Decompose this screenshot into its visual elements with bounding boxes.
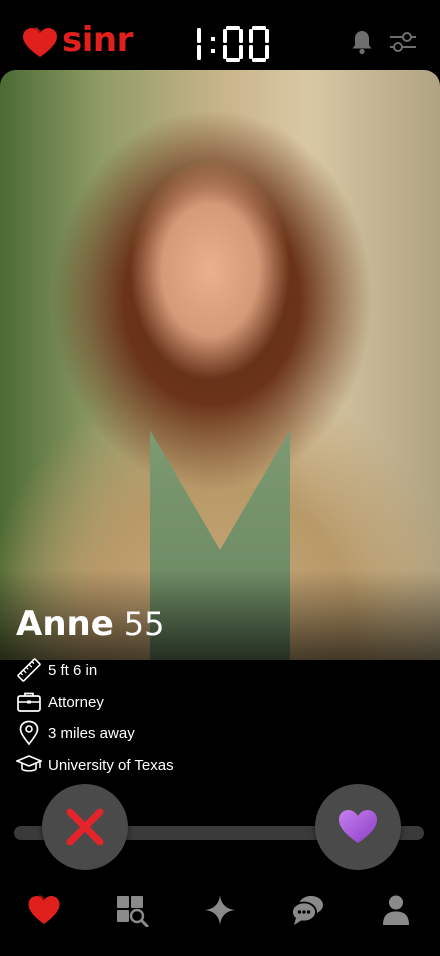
- heart-logo-icon: [23, 27, 57, 57]
- chat-icon: [291, 896, 323, 925]
- sparkle-icon: [205, 895, 235, 925]
- job-text: Attorney: [48, 693, 104, 711]
- timer-digit: [223, 26, 243, 62]
- profile-photo[interactable]: [0, 70, 440, 660]
- school-text: University of Texas: [48, 756, 174, 774]
- location-pin-icon: [19, 720, 39, 746]
- like-button[interactable]: [315, 784, 401, 870]
- nav-item-sparkle[interactable]: [176, 880, 264, 940]
- top-bar: sinr: [0, 0, 440, 72]
- bell-icon[interactable]: [348, 28, 376, 56]
- timer-colon: [211, 37, 215, 53]
- x-icon: [66, 808, 104, 846]
- heart-icon: [28, 895, 60, 924]
- app-logo[interactable]: sinr: [22, 20, 133, 60]
- dislike-button[interactable]: [42, 784, 128, 870]
- timer-digit: [197, 28, 201, 60]
- countdown-timer: [174, 24, 278, 64]
- briefcase-icon: [17, 692, 41, 712]
- ruler-icon: [17, 658, 41, 682]
- height-text: 5 ft 6 in: [48, 661, 98, 679]
- nav-item-chat[interactable]: [264, 880, 352, 940]
- info-distance: 3 miles away: [16, 720, 135, 746]
- explore-icon: [117, 896, 149, 927]
- app-name: sinr: [62, 20, 133, 60]
- name-age-row: Anne 55: [16, 604, 165, 650]
- heart-icon: [339, 810, 377, 843]
- nav-item-likes[interactable]: [0, 880, 88, 940]
- info-job: Attorney: [16, 689, 104, 715]
- distance-text: 3 miles away: [48, 724, 135, 742]
- sliders-icon[interactable]: [388, 28, 418, 56]
- profile-age: 55: [123, 605, 165, 643]
- nav-item-explore[interactable]: [88, 880, 176, 940]
- timer-digit: [249, 26, 269, 62]
- info-school: University of Texas: [16, 752, 174, 778]
- bottom-nav: [0, 880, 440, 940]
- user-icon: [383, 895, 409, 925]
- graduation-cap-icon: [16, 755, 42, 772]
- info-height: 5 ft 6 in: [16, 657, 97, 683]
- profile-name: Anne: [16, 604, 114, 644]
- nav-item-profile[interactable]: [352, 880, 440, 940]
